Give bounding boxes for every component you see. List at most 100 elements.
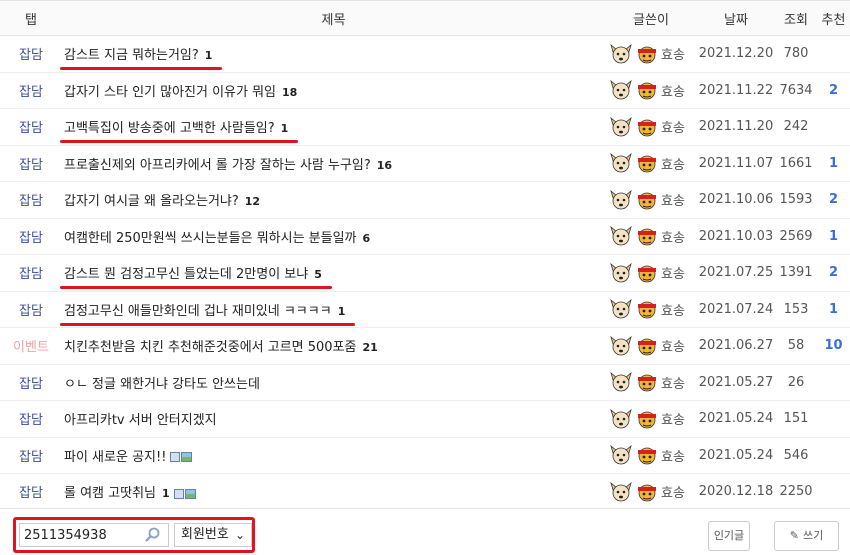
level-badge-icon bbox=[635, 189, 659, 211]
level-badge-icon bbox=[635, 335, 659, 357]
table-row: 잡담 감스트 뭔 검정고무신 틀었는데 2만명이 보냐 5 효송 2021.07.25 1… bbox=[0, 254, 850, 292]
row-date: 2021.10.03 bbox=[697, 218, 775, 255]
row-title-cell: 검정고무신 애들만화인데 겁나 재미있네 ㅋㅋㅋㅋ 1 bbox=[62, 291, 605, 328]
post-title-link[interactable]: 치킨추천받음 치킨 추천해준것중에서 고르면 500포줌 21 bbox=[64, 340, 378, 355]
row-tab-label: 잡담 bbox=[19, 121, 43, 137]
row-writer[interactable]: 효송 bbox=[605, 327, 697, 365]
writer-name: 효송 bbox=[661, 48, 685, 64]
search-type-select[interactable]: 회원번호 ⌄ bbox=[174, 523, 252, 547]
row-date: 2021.07.24 bbox=[697, 291, 775, 328]
row-writer[interactable]: 효송 bbox=[605, 181, 697, 219]
row-title-cell: 롤 여캠 고땃취님 1 bbox=[62, 473, 605, 511]
table-row: 잡담 프로출신제외 아프리카에서 롤 가장 잘하는 사람 누구임? 16 효송 2021… bbox=[0, 145, 850, 182]
row-tab[interactable]: 잡담 bbox=[0, 145, 62, 182]
row-date: 2021.11.22 bbox=[697, 72, 775, 109]
dog-avatar-icon bbox=[609, 79, 633, 101]
popular-posts-button[interactable]: 인기글 bbox=[708, 521, 750, 551]
row-recommend bbox=[817, 108, 850, 146]
table-row: 잡담 검정고무신 애들만화인데 겁나 재미있네 ㅋㅋㅋㅋ 1 효송 2021.07.24… bbox=[0, 291, 850, 328]
row-tab[interactable]: 잡담 bbox=[0, 254, 62, 292]
dog-avatar-icon bbox=[609, 371, 633, 393]
row-tab[interactable]: 잡담 bbox=[0, 35, 62, 73]
row-writer[interactable]: 효송 bbox=[605, 108, 697, 146]
post-title-link[interactable]: 파이 새로운 공지!! bbox=[64, 450, 193, 465]
level-badge-icon bbox=[635, 79, 659, 101]
row-tab[interactable]: 잡담 bbox=[0, 437, 62, 474]
comment-count: 1 bbox=[337, 304, 346, 318]
writer-name: 효송 bbox=[661, 449, 685, 465]
row-tab-label: 잡담 bbox=[19, 413, 43, 429]
row-tab[interactable]: 잡담 bbox=[0, 291, 62, 328]
row-date: 2021.11.20 bbox=[697, 108, 775, 146]
row-tab[interactable]: 잡담 bbox=[0, 364, 62, 401]
row-writer[interactable]: 효송 bbox=[605, 364, 697, 401]
post-title-link[interactable]: 감스트 지금 뭐하는거임? 1 bbox=[64, 48, 212, 63]
post-title: 여캠한테 250만원씩 쓰시는분들은 뭐하시는 분들일까 bbox=[64, 230, 357, 246]
level-badge-icon bbox=[635, 152, 659, 174]
dog-avatar-icon bbox=[609, 408, 633, 430]
writer-name: 효송 bbox=[661, 376, 685, 392]
table-row: 잡담 파이 새로운 공지!! 효송 2021.05.24 546 bbox=[0, 437, 850, 474]
header-views: 조회 bbox=[775, 0, 817, 36]
post-title-link[interactable]: 여캠한테 250만원씩 쓰시는분들은 뭐하시는 분들일까 6 bbox=[64, 231, 370, 246]
row-views: 2569 bbox=[775, 218, 817, 255]
row-tab[interactable]: 잡담 bbox=[0, 72, 62, 109]
search-box: 회원번호 ⌄ bbox=[13, 517, 255, 553]
row-writer[interactable]: 효송 bbox=[605, 145, 697, 182]
row-views: 26 bbox=[775, 364, 817, 401]
writer-name: 효송 bbox=[661, 303, 685, 319]
file-icon bbox=[170, 452, 181, 463]
image-icon bbox=[184, 488, 196, 499]
row-recommend: 1 bbox=[817, 145, 850, 182]
row-tab-label: 잡담 bbox=[19, 449, 43, 465]
row-date: 2021.11.07 bbox=[697, 145, 775, 182]
row-recommend bbox=[817, 400, 850, 438]
dog-avatar-icon bbox=[609, 116, 633, 138]
row-recommend bbox=[817, 364, 850, 401]
table-row: 잡담 롤 여캠 고땃취님 1 효송 2020.12.18 2250 bbox=[0, 473, 850, 511]
table-row: 잡담 갑자기 여시글 왜 올라오는거냐? 12 효송 2021.10.06 1593 2 bbox=[0, 181, 850, 219]
write-button[interactable]: ✎ 쓰기 bbox=[774, 521, 839, 551]
file-icon bbox=[173, 488, 184, 499]
post-title-link[interactable]: 갑자기 여시글 왜 올라오는거냐? 12 bbox=[64, 194, 260, 209]
level-badge-icon bbox=[635, 444, 659, 466]
post-title: 갑자기 스타 인기 많아진거 이유가 뭐임 bbox=[64, 84, 277, 100]
row-writer[interactable]: 효송 bbox=[605, 473, 697, 511]
comment-count: 1 bbox=[162, 487, 170, 501]
popular-posts-label: 인기글 bbox=[713, 529, 745, 542]
board-footer: 회원번호 ⌄ 인기글 ✎쓰기 bbox=[0, 508, 850, 555]
row-writer[interactable]: 효송 bbox=[605, 72, 697, 109]
row-tab-label: 잡담 bbox=[19, 157, 43, 173]
row-writer[interactable]: 효송 bbox=[605, 254, 697, 292]
post-title-link[interactable]: 고백특집이 방송중에 고백한 사람들임? 1 bbox=[64, 121, 288, 136]
row-writer[interactable]: 효송 bbox=[605, 400, 697, 438]
row-tab[interactable]: 잡담 bbox=[0, 218, 62, 255]
row-tab-label: 잡담 bbox=[19, 376, 43, 392]
row-writer[interactable]: 효송 bbox=[605, 291, 697, 328]
post-title-link[interactable]: 프로출신제외 아프리카에서 롤 가장 잘하는 사람 누구임? 16 bbox=[64, 158, 392, 173]
post-title-link[interactable]: 감스트 뭔 검정고무신 틀었는데 2만명이 보냐 5 bbox=[64, 267, 322, 282]
row-tab[interactable]: 잡담 bbox=[0, 181, 62, 219]
post-title: 아프리카tv 서버 안터지겠지 bbox=[64, 413, 217, 429]
row-recommend: 1 bbox=[817, 291, 850, 328]
row-tab[interactable]: 잡담 bbox=[0, 400, 62, 438]
row-writer[interactable]: 효송 bbox=[605, 437, 697, 474]
dog-avatar-icon bbox=[609, 444, 633, 466]
dog-avatar-icon bbox=[609, 298, 633, 320]
post-title-link[interactable]: 갑자기 스타 인기 많아진거 이유가 뭐임 18 bbox=[64, 85, 297, 100]
row-writer[interactable]: 효송 bbox=[605, 218, 697, 255]
post-title-link[interactable]: 아프리카tv 서버 안터지겠지 bbox=[64, 413, 217, 428]
row-tab[interactable]: 잡담 bbox=[0, 473, 62, 511]
post-title: 롤 여캠 고땃취님 bbox=[64, 486, 156, 502]
row-tab-label: 잡담 bbox=[19, 303, 43, 319]
search-icon[interactable] bbox=[144, 526, 162, 544]
row-writer[interactable]: 효송 bbox=[605, 35, 697, 73]
row-title-cell: 아프리카tv 서버 안터지겠지 bbox=[62, 400, 605, 438]
post-title-link[interactable]: 검정고무신 애들만화인데 겁나 재미있네 ㅋㅋㅋㅋ 1 bbox=[64, 304, 345, 319]
row-tab-label: 잡담 bbox=[19, 84, 43, 100]
row-tab[interactable]: 잡담 bbox=[0, 108, 62, 146]
post-title-link[interactable]: 롤 여캠 고땃취님 1 bbox=[64, 486, 196, 501]
post-title-link[interactable]: ㅇㄴ 정글 왜한거냐 강타도 안쓰는데 bbox=[64, 377, 260, 392]
level-badge-icon bbox=[635, 481, 659, 503]
row-tab[interactable]: 이벤트 bbox=[0, 327, 62, 365]
